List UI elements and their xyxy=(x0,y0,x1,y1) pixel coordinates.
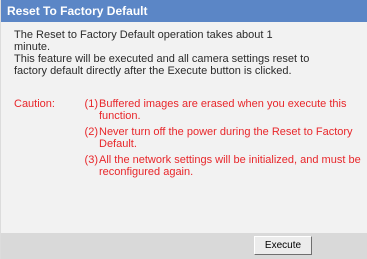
caution-text: Buffered images are erased when you exec… xyxy=(99,98,347,122)
caution-number: (2) xyxy=(84,126,98,138)
caution-item: (2) Never turn off the power during the … xyxy=(14,126,364,150)
caution-section: Caution: (1) Buffered images are erased … xyxy=(14,98,364,182)
caution-label: Caution: xyxy=(14,98,55,110)
caution-number: (1) xyxy=(84,98,98,110)
caution-item: Caution: (1) Buffered images are erased … xyxy=(14,98,364,122)
caution-number: (3) xyxy=(84,154,98,166)
description-text: The Reset to Factory Default operation t… xyxy=(14,29,367,77)
page-title: Reset To Factory Default xyxy=(1,0,367,22)
caution-text: Never turn off the power during the Rese… xyxy=(99,126,353,150)
description-line: factory default directly after the Execu… xyxy=(14,65,292,77)
caution-text: All the network settings will be initial… xyxy=(99,154,361,178)
description-line: The Reset to Factory Default operation t… xyxy=(14,29,273,41)
description-line: This feature will be executed and all ca… xyxy=(14,53,310,65)
execute-button[interactable]: Execute xyxy=(254,236,312,255)
action-bar xyxy=(1,233,367,259)
description-line: minute. xyxy=(14,41,51,53)
caution-item: (3) All the network settings will be ini… xyxy=(14,154,364,178)
reset-panel: Reset To Factory Default The Reset to Fa… xyxy=(0,0,367,259)
